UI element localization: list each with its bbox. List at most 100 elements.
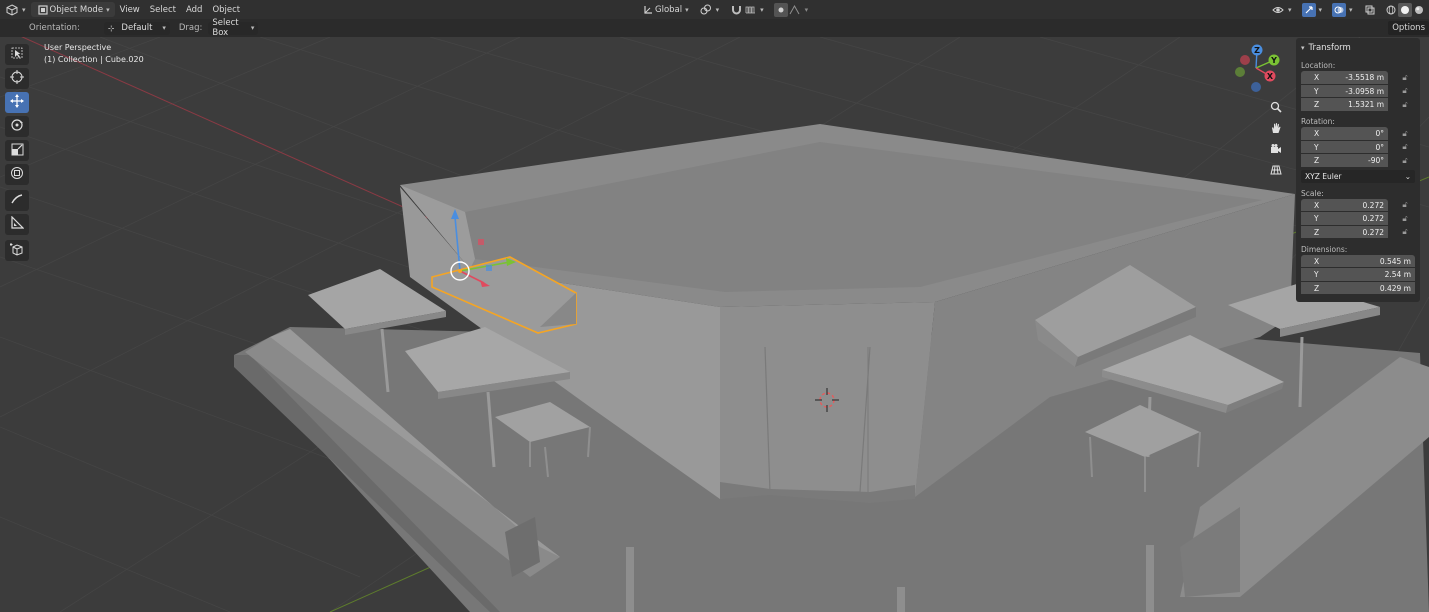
dimensions-x-field[interactable]: X 0.545 m: [1301, 254, 1415, 268]
field-value: 0.272: [1362, 200, 1384, 210]
menu-view[interactable]: View: [115, 2, 145, 17]
axis-label: X: [1314, 200, 1320, 210]
pivot-dropdown[interactable]: ▾: [694, 2, 725, 17]
rotation-x-field[interactable]: X 0°: [1301, 127, 1388, 140]
select-box-tool[interactable]: [5, 44, 29, 65]
navigation-gizmo[interactable]: Z Y X: [1232, 42, 1282, 94]
chevron-down-icon: ▾: [1288, 5, 1292, 14]
scale-tool[interactable]: [5, 140, 29, 161]
rotation-y-field[interactable]: Y 0°: [1301, 140, 1388, 154]
dimensions-y-field[interactable]: Y 2.54 m: [1301, 268, 1415, 281]
rotation-z-field[interactable]: Z -90°: [1301, 154, 1388, 167]
visibility-dropdown[interactable]: ▾: [1266, 2, 1297, 17]
material-shading-icon[interactable]: [1412, 3, 1426, 17]
gizmo-x-label: X: [1267, 72, 1274, 81]
cursor-arrow-icon: [11, 47, 23, 62]
gizmo-neg-y: [1235, 67, 1245, 77]
drag-dropdown[interactable]: Select Box ▾: [208, 18, 259, 38]
proportional-edit-toggle[interactable]: ▾: [769, 2, 814, 17]
zoom-button[interactable]: [1266, 99, 1285, 118]
location-z-field[interactable]: Z 1.5321 m: [1301, 98, 1388, 111]
mode-dropdown[interactable]: Object Mode ▾: [30, 2, 115, 17]
field-value: -90°: [1368, 156, 1384, 165]
gizmo-toggle[interactable]: ▾: [1297, 2, 1328, 17]
dimensions-z-field[interactable]: Z 0.429 m: [1301, 281, 1415, 295]
lock-icon[interactable]: 🔓︎: [1398, 100, 1412, 110]
xray-toggle[interactable]: [1358, 2, 1382, 17]
zoom-icon: [1270, 101, 1282, 116]
menu-object[interactable]: Object: [207, 2, 245, 17]
dimensions-fields: X 0.545 m Y 2.54 m Z 0.429 m: [1301, 254, 1415, 295]
options-button[interactable]: Options: [1388, 21, 1429, 35]
transform-controls: Global ▾ ▾ ▾ ▾: [636, 2, 813, 17]
view-name: User Perspective: [44, 43, 112, 52]
scale-x-field[interactable]: X 0.272: [1301, 198, 1388, 212]
gizmo-y-label: Y: [1270, 56, 1277, 65]
annotate-tool[interactable]: [5, 190, 29, 211]
camera-icon: [1270, 143, 1282, 158]
overlay-icon: [1332, 2, 1347, 17]
pan-button[interactable]: [1266, 120, 1285, 139]
rotate-tool[interactable]: [5, 116, 29, 137]
orientation-icon: [641, 3, 655, 17]
move-tool[interactable]: [5, 92, 29, 113]
menu-select[interactable]: Select: [145, 2, 181, 17]
snap-toggle[interactable]: ▾: [724, 2, 769, 17]
drag-label: Drag:: [178, 23, 203, 33]
solid-shading-icon[interactable]: [1397, 2, 1412, 17]
3d-viewport[interactable]: User Perspective (1) Collection | Cube.0…: [0, 37, 1429, 612]
gizmo-icon: [1301, 2, 1316, 17]
add-cube-tool[interactable]: [5, 240, 29, 261]
location-x-field[interactable]: X -3.5518 m: [1301, 71, 1388, 84]
overlay-toggle[interactable]: ▾: [1327, 2, 1358, 17]
chevron-down-icon: ▾: [106, 5, 110, 14]
menu-add[interactable]: Add: [181, 2, 207, 17]
chevron-down-icon: ▾: [1318, 5, 1323, 14]
chevron-down-icon: ▾: [760, 5, 764, 14]
wireframe-shading-icon[interactable]: [1384, 3, 1398, 17]
lock-icon[interactable]: 🔓︎: [1398, 142, 1412, 152]
scene-render[interactable]: [0, 37, 1429, 612]
cursor-tool[interactable]: [5, 68, 29, 89]
ortho-toggle-button[interactable]: [1266, 162, 1285, 181]
lock-icon[interactable]: 🔓︎: [1398, 129, 1412, 139]
transform-orientation-dropdown[interactable]: Global ▾: [636, 2, 694, 17]
transform-tool[interactable]: [5, 164, 29, 185]
snap-grid-icon[interactable]: [743, 3, 757, 17]
xray-icon: [1363, 3, 1377, 17]
axis-label: X: [1314, 256, 1320, 266]
measure-tool[interactable]: [5, 214, 29, 235]
axis-label: Y: [1314, 270, 1319, 279]
field-value: 0°: [1375, 142, 1384, 152]
lock-icon[interactable]: 🔓︎: [1398, 200, 1412, 210]
field-value: 0°: [1375, 129, 1384, 138]
camera-view-button[interactable]: [1266, 141, 1285, 160]
rotation-mode-dropdown[interactable]: XYZ Euler ⌄: [1301, 170, 1415, 183]
scale-z-field[interactable]: Z 0.272: [1301, 225, 1388, 239]
rendered-shading-icon[interactable]: [1426, 3, 1429, 17]
field-value: 0.272: [1362, 214, 1384, 223]
scale-y-field[interactable]: Y 0.272: [1301, 212, 1388, 225]
axis-label: Y: [1314, 142, 1319, 152]
editor-type-button[interactable]: ▾: [0, 2, 31, 17]
add-cube-icon: [9, 242, 24, 259]
falloff-icon[interactable]: [788, 3, 802, 17]
lock-icon[interactable]: 🔓︎: [1398, 73, 1412, 83]
rotation-fields: X 0° 🔓︎ Y 0° 🔓︎ Z -90° 🔓︎: [1301, 127, 1415, 167]
viewport-info: User Perspective (1) Collection | Cube.0…: [44, 42, 144, 66]
tool-settings-bar: Orientation: ⊹ Default ▾ Drag: Select Bo…: [0, 18, 1429, 38]
transform-panel-header[interactable]: ▾ Transform: [1301, 41, 1415, 55]
eye-icon: [1271, 3, 1285, 17]
lock-icon[interactable]: 🔓︎: [1398, 214, 1412, 224]
lock-icon[interactable]: 🔓︎: [1398, 156, 1412, 166]
shading-controls: ▾ ▾ ▾: [1266, 2, 1429, 17]
lock-icon[interactable]: 🔓︎: [1398, 86, 1412, 96]
axis-label: Z: [1314, 156, 1320, 165]
scale-x-row: X 0.272 🔓︎: [1301, 198, 1415, 212]
location-y-field[interactable]: Y -3.0958 m: [1301, 84, 1388, 98]
magnet-icon: [729, 3, 743, 17]
lock-icon[interactable]: 🔓︎: [1398, 227, 1412, 237]
orientation-dropdown[interactable]: ⊹ Default ▾: [103, 21, 170, 35]
orientation-value: Default: [121, 23, 153, 33]
chevron-down-icon: ▾: [162, 24, 166, 32]
